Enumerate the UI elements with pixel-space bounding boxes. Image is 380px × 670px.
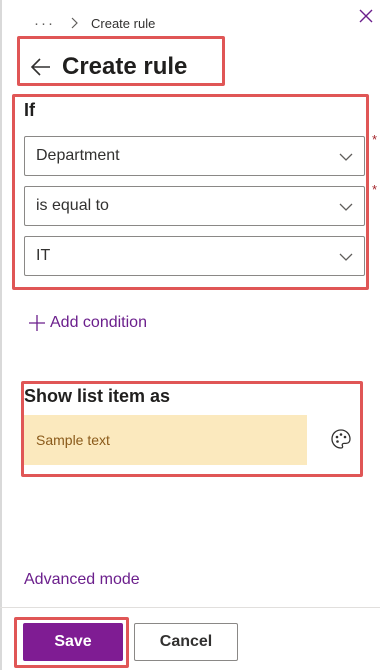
create-rule-panel: ··· Create rule Create rule If Departmen…	[0, 0, 380, 670]
show-list-item-label: Show list item as	[24, 386, 171, 406]
sample-text: Sample text	[36, 432, 110, 448]
cancel-button[interactable]: Cancel	[134, 623, 238, 661]
footer-divider	[0, 607, 380, 608]
plus-icon	[29, 315, 45, 331]
chevron-down-icon	[339, 203, 353, 211]
chevron-down-icon	[339, 153, 353, 161]
close-icon	[359, 9, 373, 23]
back-arrow-icon	[30, 58, 50, 76]
title-row: Create rule	[30, 50, 187, 84]
required-marker: *	[372, 182, 378, 197]
operator-dropdown-value: is equal to	[36, 197, 109, 214]
required-marker: *	[372, 132, 378, 147]
breadcrumb: ··· Create rule	[34, 14, 155, 32]
add-condition-label: Add condition	[50, 314, 147, 331]
breadcrumb-current: Create rule	[91, 15, 156, 31]
save-button[interactable]: Save	[23, 623, 123, 661]
page-title: Create rule	[62, 53, 188, 80]
close-button[interactable]	[356, 6, 376, 26]
value-dropdown[interactable]: IT	[24, 236, 365, 276]
if-label: If	[24, 100, 35, 120]
chevron-right-icon	[71, 17, 78, 29]
chevron-down-icon	[339, 253, 353, 261]
field-dropdown[interactable]: Department	[24, 136, 365, 176]
palette-icon[interactable]	[330, 428, 352, 450]
back-button[interactable]	[30, 56, 52, 78]
sample-text-preview: Sample text	[24, 415, 307, 465]
operator-dropdown[interactable]: is equal to	[24, 186, 365, 226]
advanced-mode-link[interactable]: Advanced mode	[24, 571, 140, 589]
panel-divider	[0, 0, 2, 670]
more-icon[interactable]: ···	[34, 15, 55, 32]
value-dropdown-value: IT	[36, 247, 51, 264]
add-condition-link[interactable]: Add condition	[28, 314, 147, 332]
field-dropdown-value: Department	[36, 147, 120, 164]
